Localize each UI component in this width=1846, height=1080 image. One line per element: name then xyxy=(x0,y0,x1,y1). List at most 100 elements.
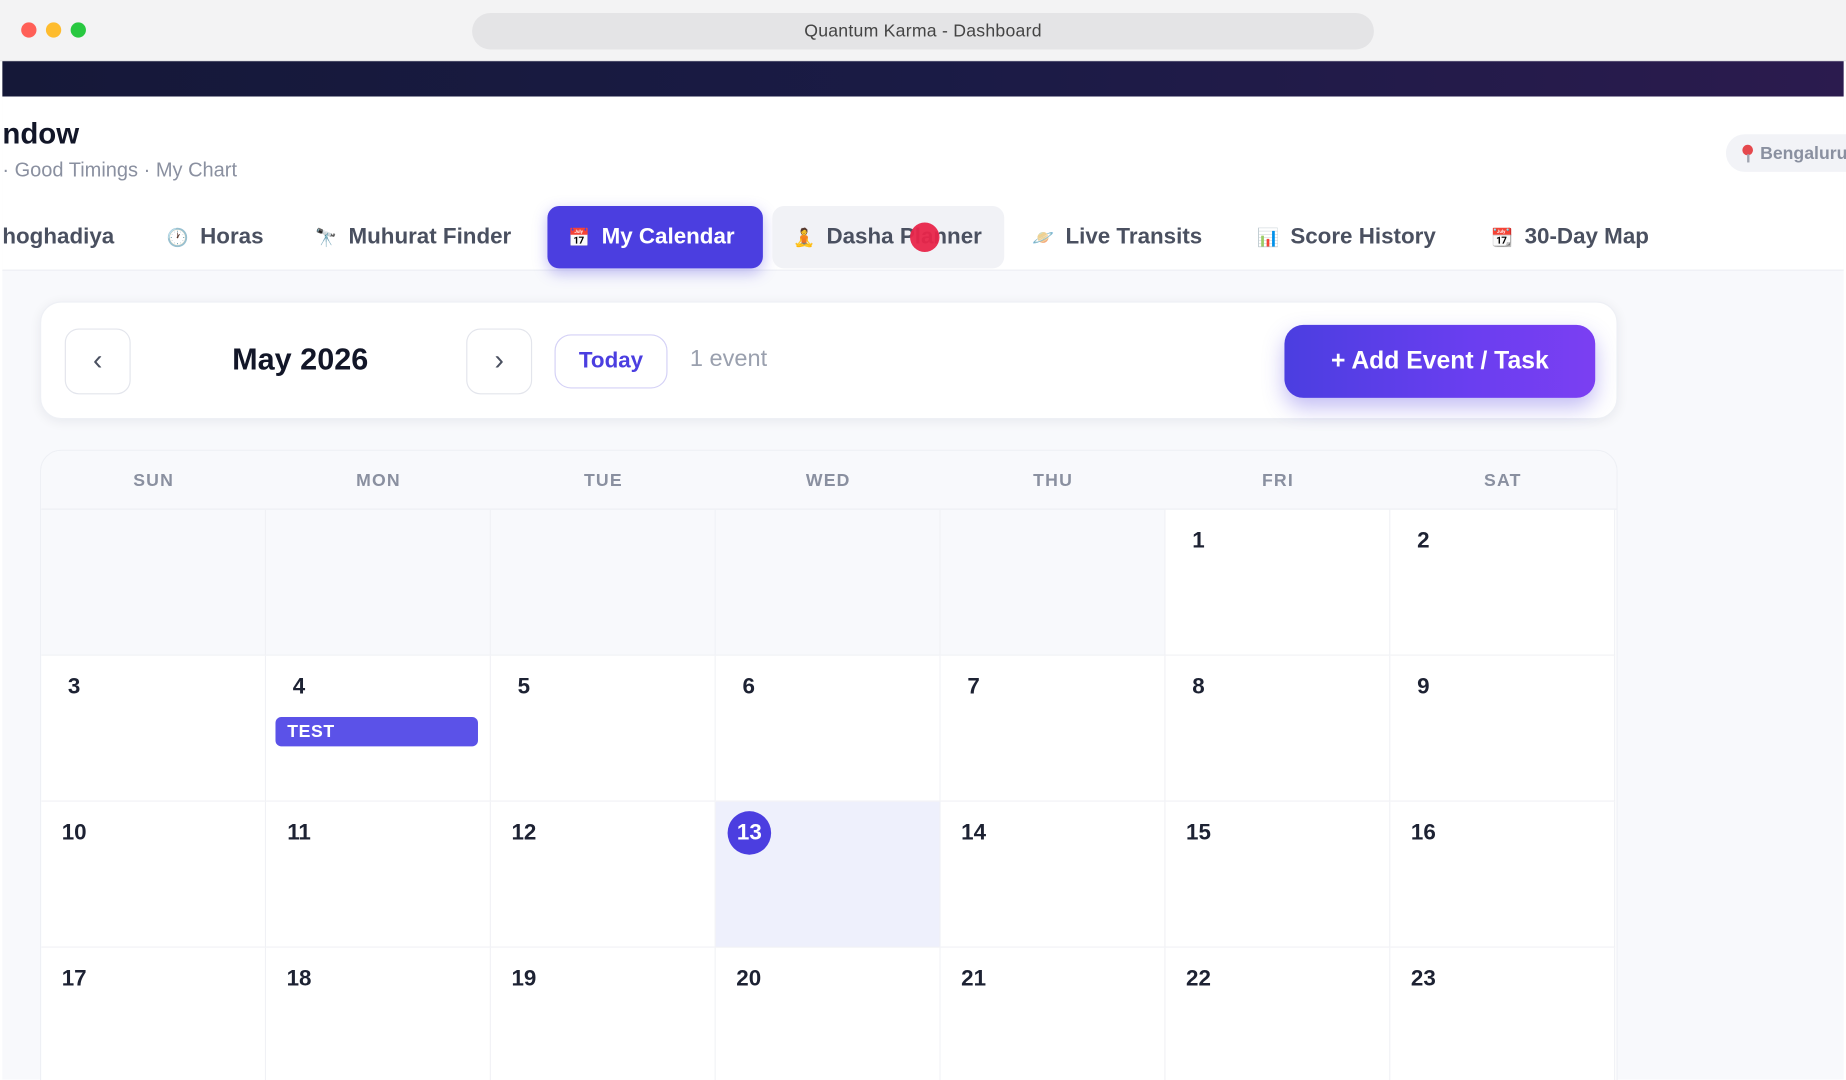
weekday-sat: SAT xyxy=(1484,470,1522,491)
calendar-cell-empty xyxy=(715,509,941,656)
calendar-icon: 📅 xyxy=(568,227,591,248)
tab-score-history[interactable]: 📊 Score History xyxy=(1236,206,1457,268)
calendar-day-22[interactable]: 22 xyxy=(1165,947,1391,1080)
day-number: 2 xyxy=(1417,528,1430,554)
calendar-day-13[interactable]: 13 xyxy=(715,801,941,948)
day-number: 14 xyxy=(961,820,987,846)
planet-icon: 🪐 xyxy=(1032,227,1055,248)
bar-chart-icon: 📊 xyxy=(1256,227,1279,248)
clock-icon: 🕐 xyxy=(166,227,189,248)
weekday-mon: MON xyxy=(356,470,401,491)
app-banner xyxy=(2,61,1844,97)
calendar-day-16[interactable]: 16 xyxy=(1390,801,1616,948)
calendar-cell-empty xyxy=(490,509,716,656)
day-number: 11 xyxy=(287,820,311,846)
today-day-number: 13 xyxy=(727,811,772,855)
calendar-day-17[interactable]: 17 xyxy=(41,947,267,1080)
calendar-day-12[interactable]: 12 xyxy=(490,801,716,948)
month-label: May 2026 xyxy=(232,341,369,377)
chevron-left-icon: ‹ xyxy=(93,344,103,377)
day-number: 8 xyxy=(1192,674,1205,700)
day-number: 19 xyxy=(511,966,537,992)
screen: Quantum Karma - Dashboard ndow · Good Ti… xyxy=(0,0,1846,1080)
event-chip[interactable]: TEST xyxy=(275,716,478,747)
weekday-thu: THU xyxy=(1033,470,1073,491)
calendar-day-6[interactable]: 6 xyxy=(715,655,941,802)
calendar-day-7[interactable]: 7 xyxy=(940,655,1166,802)
day-number: 22 xyxy=(1186,966,1211,992)
page-subtitle: · Good Timings · My Chart xyxy=(2,158,238,182)
day-number: 20 xyxy=(736,966,762,992)
spiral-calendar-icon: 📆 xyxy=(1491,227,1514,248)
weekday-fri: FRI xyxy=(1261,470,1294,491)
chevron-right-icon: › xyxy=(494,344,504,377)
day-number: 12 xyxy=(511,820,537,846)
tab-30-day-map[interactable]: 📆 30-Day Map xyxy=(1470,206,1670,268)
calendar-day-4[interactable]: 4 TEST xyxy=(266,655,491,802)
calendar-day-14[interactable]: 14 xyxy=(940,801,1166,948)
calendar-cell-empty xyxy=(266,509,491,656)
page-content: ndow · Good Timings · My Chart Bengaluru… xyxy=(0,96,1846,1080)
calendar-day-10[interactable]: 10 xyxy=(41,801,267,948)
day-number: 6 xyxy=(742,674,755,700)
calendar-day-8[interactable]: 8 xyxy=(1165,655,1391,802)
tab-muhurat-finder[interactable]: 🔭 Muhurat Finder xyxy=(294,206,532,268)
location-pill[interactable]: Bengaluru xyxy=(1725,134,1846,172)
today-button[interactable]: Today xyxy=(554,334,668,389)
day-number: 7 xyxy=(967,674,980,700)
browser-titlebar: Quantum Karma - Dashboard xyxy=(0,0,1846,62)
calendar-day-18[interactable]: 18 xyxy=(266,947,491,1080)
weekday-sun: SUN xyxy=(133,470,175,491)
tab-horas[interactable]: 🕐 Horas xyxy=(146,206,285,268)
maximize-window-button[interactable] xyxy=(70,22,86,38)
tab-label: Score History xyxy=(1290,224,1436,249)
add-event-button[interactable]: + Add Event / Task xyxy=(1284,324,1596,398)
calendar-cell-empty xyxy=(41,509,267,656)
page-title: ndow xyxy=(2,117,80,151)
calendar-day-2[interactable]: 2 xyxy=(1390,509,1616,656)
tab-label: hoghadiya xyxy=(2,224,115,249)
calendar-cell-empty xyxy=(940,509,1166,656)
day-number: 23 xyxy=(1410,966,1436,992)
day-number: 9 xyxy=(1417,674,1430,700)
day-number: 4 xyxy=(292,674,306,700)
day-number: 5 xyxy=(517,674,531,700)
prev-month-button[interactable]: ‹ xyxy=(64,328,131,395)
calendar-day-3[interactable]: 3 xyxy=(41,655,267,802)
calendar-day-9[interactable]: 9 xyxy=(1390,655,1616,802)
day-number: 18 xyxy=(286,966,312,992)
tab-label: 30-Day Map xyxy=(1524,224,1649,249)
calendar-toolbar: ‹ May 2026 › Today 1 event + Add Event /… xyxy=(40,301,1618,420)
calendar-day-23[interactable]: 23 xyxy=(1390,947,1616,1080)
weekday-header: SUN MON TUE WED THU FRI SAT xyxy=(41,450,1617,510)
calendar-day-5[interactable]: 5 xyxy=(490,655,716,802)
minimize-window-button[interactable] xyxy=(45,22,62,38)
viewport: Quantum Karma - Dashboard ndow · Good Ti… xyxy=(0,0,1846,1080)
day-number: 15 xyxy=(1186,820,1211,846)
address-bar[interactable]: Quantum Karma - Dashboard xyxy=(472,12,1374,50)
event-count: 1 event xyxy=(689,346,768,373)
tab-label: Dasha Planner xyxy=(826,224,982,249)
tab-choghadiya[interactable]: hoghadiya xyxy=(0,206,135,268)
calendar-grid: SUN MON TUE WED THU FRI SAT 1 2 3 4 TEST 5 6 7 8 9 10 11 1… xyxy=(40,449,1618,1080)
calendar-day-11[interactable]: 11 xyxy=(266,801,491,948)
calendar-day-21[interactable]: 21 xyxy=(940,947,1166,1080)
tab-label: Horas xyxy=(200,224,264,249)
tab-label: Muhurat Finder xyxy=(348,224,512,249)
calendar-day-1[interactable]: 1 xyxy=(1165,509,1391,656)
day-number: 3 xyxy=(67,674,81,700)
tab-dasha-planner[interactable]: 🧘 Dasha Planner xyxy=(772,206,1005,269)
calendar-day-19[interactable]: 19 xyxy=(490,947,716,1080)
next-month-button[interactable]: › xyxy=(466,328,533,395)
telescope-icon: 🔭 xyxy=(315,227,338,248)
tab-label: My Calendar xyxy=(601,224,735,249)
close-window-button[interactable] xyxy=(21,22,37,38)
weekday-wed: WED xyxy=(805,470,851,491)
day-number: 10 xyxy=(61,820,87,846)
calendar-day-15[interactable]: 15 xyxy=(1165,801,1391,948)
meditation-icon: 🧘 xyxy=(793,227,816,248)
day-number: 1 xyxy=(1192,528,1205,554)
tab-my-calendar[interactable]: 📅 My Calendar xyxy=(547,206,763,269)
calendar-day-20[interactable]: 20 xyxy=(715,947,941,1080)
tab-live-transits[interactable]: 🪐 Live Transits xyxy=(1011,206,1223,268)
